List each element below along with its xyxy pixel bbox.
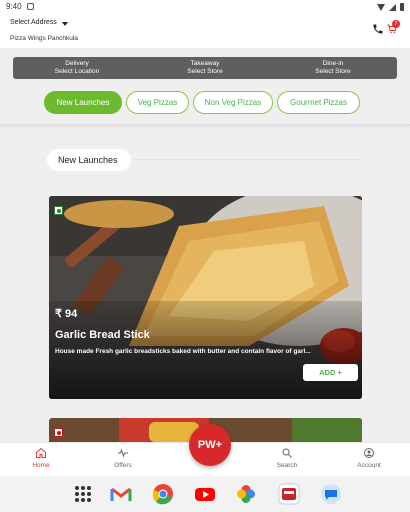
mode-subtitle: Select Store (315, 68, 351, 75)
status-bar: 9:40 (0, 0, 410, 14)
account-icon (364, 448, 374, 458)
add-to-cart-button[interactable]: ADD + (303, 364, 358, 381)
status-icons (377, 3, 404, 11)
mode-subtitle: Select Store (187, 68, 223, 75)
battery-icon (400, 3, 404, 11)
messages-icon[interactable] (320, 483, 342, 505)
mode-takeaway[interactable]: Takeaway Select Store (141, 57, 269, 79)
status-time: 9:40 (6, 2, 22, 11)
veg-indicator-icon (54, 206, 63, 215)
address-selector[interactable]: Select Address (10, 19, 57, 26)
signal-icon (389, 3, 396, 11)
mode-title: Dine-in (322, 60, 344, 67)
category-tabs: New Launches Veg Pizzas Non Veg Pizzas G… (44, 91, 360, 114)
pulse-icon (118, 448, 128, 458)
selected-store: Pizza Wings Panchkula (10, 35, 78, 42)
nav-label: Search (276, 462, 298, 469)
mode-title: Takeaway (190, 60, 220, 67)
section-heading: New Launches (47, 149, 131, 171)
chevron-down-icon[interactable] (62, 22, 68, 26)
photos-icon[interactable] (235, 483, 257, 505)
non-veg-indicator-icon (54, 428, 63, 437)
nav-home[interactable]: Home (16, 447, 66, 469)
section-title: New Launches (58, 155, 118, 165)
youtube-icon[interactable] (194, 483, 216, 505)
product-image (292, 418, 362, 442)
product-card[interactable]: ₹ 94 Garlic Bread Stick House made Fresh… (49, 196, 362, 399)
product-price: ₹ 94 (55, 308, 78, 320)
mode-subtitle: Select Location (54, 68, 100, 75)
app-header: Select Address Pizza Wings Panchkula 7 (0, 14, 410, 48)
tab-new-launches[interactable]: New Launches (44, 91, 122, 114)
app-drawer-icon[interactable] (72, 483, 94, 505)
product-name: Garlic Bread Stick (55, 329, 150, 341)
mode-title: Delivery (65, 60, 89, 67)
gmail-icon[interactable] (110, 483, 132, 505)
tab-gourmet-pizzas[interactable]: Gourmet Pizzas (277, 91, 360, 114)
tab-veg-pizzas[interactable]: Veg Pizzas (126, 91, 189, 114)
chrome-icon[interactable] (152, 483, 174, 505)
tab-non-veg-pizzas[interactable]: Non Veg Pizzas (193, 91, 273, 114)
mode-delivery[interactable]: Delivery Select Location (13, 57, 141, 79)
system-dock (0, 476, 410, 512)
nav-label: Offers (114, 462, 132, 469)
nav-label: Home (32, 462, 50, 469)
search-icon (282, 448, 292, 458)
wifi-icon (377, 3, 385, 11)
nav-label: Account (357, 462, 381, 469)
order-mode-bar: Delivery Select Location Takeaway Select… (13, 57, 397, 79)
mode-dine-in[interactable]: Dine-in Select Store (269, 57, 397, 79)
cart-count-badge: 7 (392, 20, 400, 28)
divider (133, 159, 362, 160)
phone-icon[interactable] (372, 23, 384, 35)
product-description: House made Fresh garlic breadsticks bake… (55, 348, 311, 355)
home-icon (36, 447, 46, 458)
nav-account[interactable]: Account (344, 447, 394, 469)
notification-icon (27, 3, 34, 10)
divider (0, 124, 410, 128)
nav-search[interactable]: Search (262, 447, 312, 469)
nav-offers[interactable]: Offers (98, 447, 148, 469)
pizza-wings-icon[interactable] (278, 483, 300, 505)
pw-plus-button[interactable]: PW+ (189, 424, 231, 466)
